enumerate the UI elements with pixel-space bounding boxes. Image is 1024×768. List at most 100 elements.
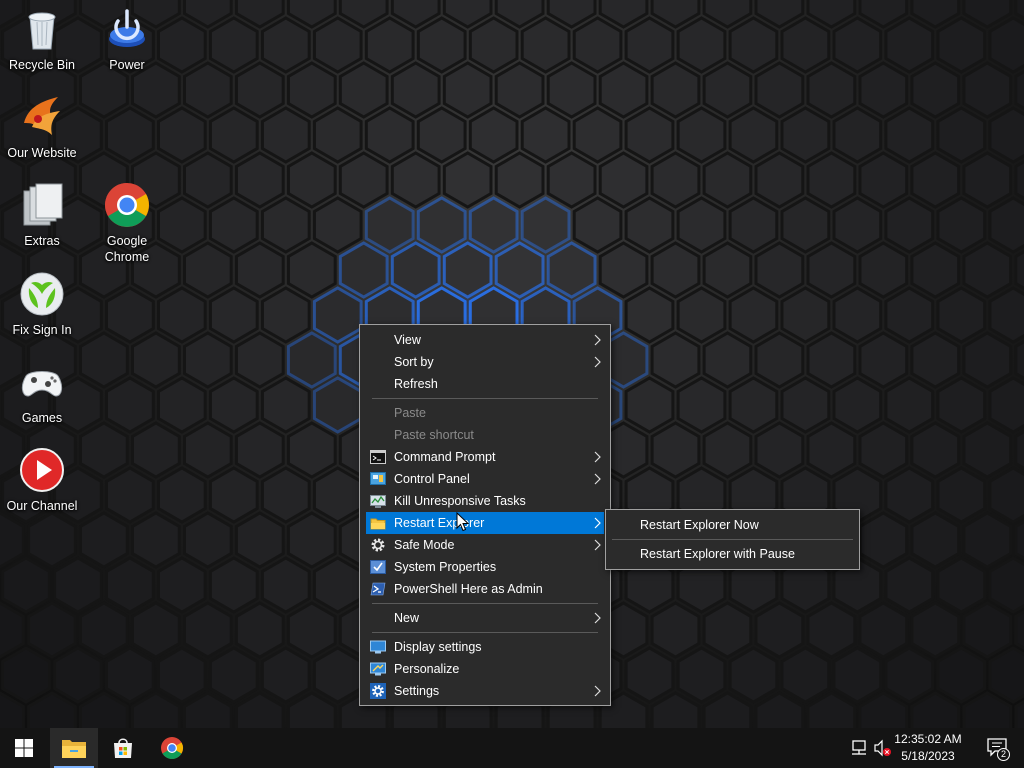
menu-item-restart-explorer[interactable]: Restart Explorer: [366, 512, 604, 534]
menu-separator: [372, 632, 598, 633]
wallpaper-hexagon: [312, 286, 363, 344]
wallpaper-hexagon: [27, 511, 77, 569]
action-center-button[interactable]: 2: [986, 737, 1010, 761]
desktop-icon-our-website[interactable]: Our Website: [0, 93, 84, 161]
wallpaper-hexagon: [157, 376, 207, 434]
wallpaper-hexagon: [650, 421, 701, 479]
settings-gear-icon: [370, 683, 386, 699]
wallpaper-hexagon: [780, 376, 831, 434]
wallpaper-hexagon: [650, 151, 701, 209]
menu-separator: [372, 603, 598, 604]
wallpaper-hexagon: [208, 646, 259, 704]
wallpaper-hexagon: [208, 376, 259, 434]
menu-item-personalize[interactable]: Personalize: [360, 658, 610, 680]
display-icon: [370, 640, 386, 654]
xbox-icon: [20, 272, 64, 316]
desktop-icon-power[interactable]: Power: [85, 5, 169, 73]
wallpaper-hexagon: [105, 466, 155, 524]
wallpaper-hexagon: [806, 601, 857, 659]
taskbar-chrome[interactable]: [148, 728, 196, 768]
wallpaper-hexagon: [702, 601, 753, 659]
wallpaper-hexagon: [962, 61, 1013, 119]
system-clock[interactable]: 12:35:02 AM 5/18/2023: [888, 731, 968, 765]
task-monitor-icon: [370, 495, 386, 508]
wallpaper-hexagon: [884, 466, 935, 524]
wallpaper-hexagon: [53, 646, 103, 704]
file-explorer-icon: [62, 740, 86, 758]
wallpaper-hexagon: [624, 16, 675, 74]
wallpaper-hexagon: [520, 106, 571, 164]
desktop-icon-games[interactable]: Games: [0, 358, 84, 426]
desktop-icon-our-channel[interactable]: Our Channel: [0, 446, 84, 514]
desktop-icon-extras[interactable]: Extras: [0, 181, 84, 249]
menu-item-control-panel[interactable]: Control Panel: [360, 468, 610, 490]
menu-item-refresh[interactable]: Refresh: [360, 373, 610, 395]
wallpaper-hexagon: [884, 556, 935, 614]
chevron-right-icon: [594, 612, 601, 624]
wallpaper-hexagon: [105, 376, 155, 434]
wallpaper-hexagon: [260, 466, 311, 524]
taskbar-store[interactable]: [99, 728, 147, 768]
wallpaper-hexagon: [884, 106, 935, 164]
desktop-icon-google-chrome[interactable]: Google Chrome: [85, 181, 169, 265]
taskbar: 12:35:02 AM 5/18/2023 2: [0, 728, 1024, 768]
menu-item-view[interactable]: View: [360, 329, 610, 351]
wallpaper-hexagon: [858, 331, 909, 389]
wallpaper-hexagon: [157, 646, 207, 704]
wallpaper-hexagon: [468, 106, 519, 164]
wallpaper-hexagon: [832, 16, 883, 74]
menu-item-powershell-admin[interactable]: PowerShell Here as Admin: [360, 578, 610, 600]
wallpaper-hexagon: [754, 421, 805, 479]
wallpaper-hexagon: [157, 466, 207, 524]
wallpaper-hexagon: [390, 151, 441, 209]
wallpaper-hexagon: [988, 16, 1024, 74]
wallpaper-hexagon: [234, 241, 285, 299]
menu-item-settings[interactable]: Settings: [360, 680, 610, 702]
wallpaper-hexagon: [286, 421, 337, 479]
wallpaper-hexagon: [494, 61, 545, 119]
wallpaper-hexagon: [910, 691, 961, 728]
wallpaper-hexagon: [754, 241, 805, 299]
store-icon: [114, 738, 132, 758]
wallpaper-hexagon: [806, 691, 857, 728]
taskbar-file-explorer[interactable]: [50, 728, 98, 768]
wallpaper-hexagon: [780, 646, 831, 704]
desktop-icon-fix-sign-in[interactable]: Fix Sign In: [0, 270, 84, 338]
menu-item-safe-mode[interactable]: Safe Mode: [360, 534, 610, 556]
chevron-right-icon: [594, 539, 601, 551]
menu-item-sort-by[interactable]: Sort by: [360, 351, 610, 373]
wallpaper-hexagon: [468, 16, 519, 74]
menu-item-system-properties[interactable]: System Properties: [360, 556, 610, 578]
wallpaper-hexagon: [754, 61, 805, 119]
wallpaper-hexagon: [183, 601, 233, 659]
menu-item-restart-explorer-now[interactable]: Restart Explorer Now: [606, 514, 859, 536]
play-button-icon: [20, 448, 64, 492]
menu-item-restart-explorer-with-pause[interactable]: Restart Explorer with Pause: [606, 543, 859, 565]
chevron-right-icon: [594, 451, 601, 463]
wallpaper-hexagon: [442, 151, 493, 209]
wallpaper-hexagon: [157, 286, 207, 344]
wallpaper-hexagon: [260, 16, 311, 74]
menu-item-kill-unresponsive-tasks[interactable]: Kill Unresponsive Tasks: [360, 490, 610, 512]
wallpaper-hexagon: [53, 556, 103, 614]
chevron-right-icon: [594, 356, 601, 368]
desktop-icon-recycle-bin[interactable]: Recycle Bin: [0, 5, 84, 73]
wallpaper-hexagon: [936, 646, 987, 704]
menu-item-label: Restart Explorer: [394, 516, 485, 530]
wallpaper-hexagon: [234, 151, 285, 209]
menu-item-label: Restart Explorer Now: [640, 518, 759, 532]
wallpaper-hexagon: [702, 421, 753, 479]
wallpaper-hexagon: [858, 601, 909, 659]
menu-item-display-settings[interactable]: Display settings: [360, 636, 610, 658]
wallpaper-hexagon: [624, 106, 675, 164]
clock-date: 5/18/2023: [901, 749, 955, 763]
menu-item-new[interactable]: New: [360, 607, 610, 629]
wallpaper-hexagon: [79, 691, 129, 728]
start-button[interactable]: [0, 728, 48, 768]
network-icon[interactable]: [849, 738, 869, 758]
wallpaper-hexagon: [702, 331, 753, 389]
menu-item-command-prompt[interactable]: Command Prompt: [360, 446, 610, 468]
wallpaper-hexagon: [624, 376, 675, 434]
wallpaper-hexagon: [650, 61, 701, 119]
folders-icon: [23, 183, 63, 226]
